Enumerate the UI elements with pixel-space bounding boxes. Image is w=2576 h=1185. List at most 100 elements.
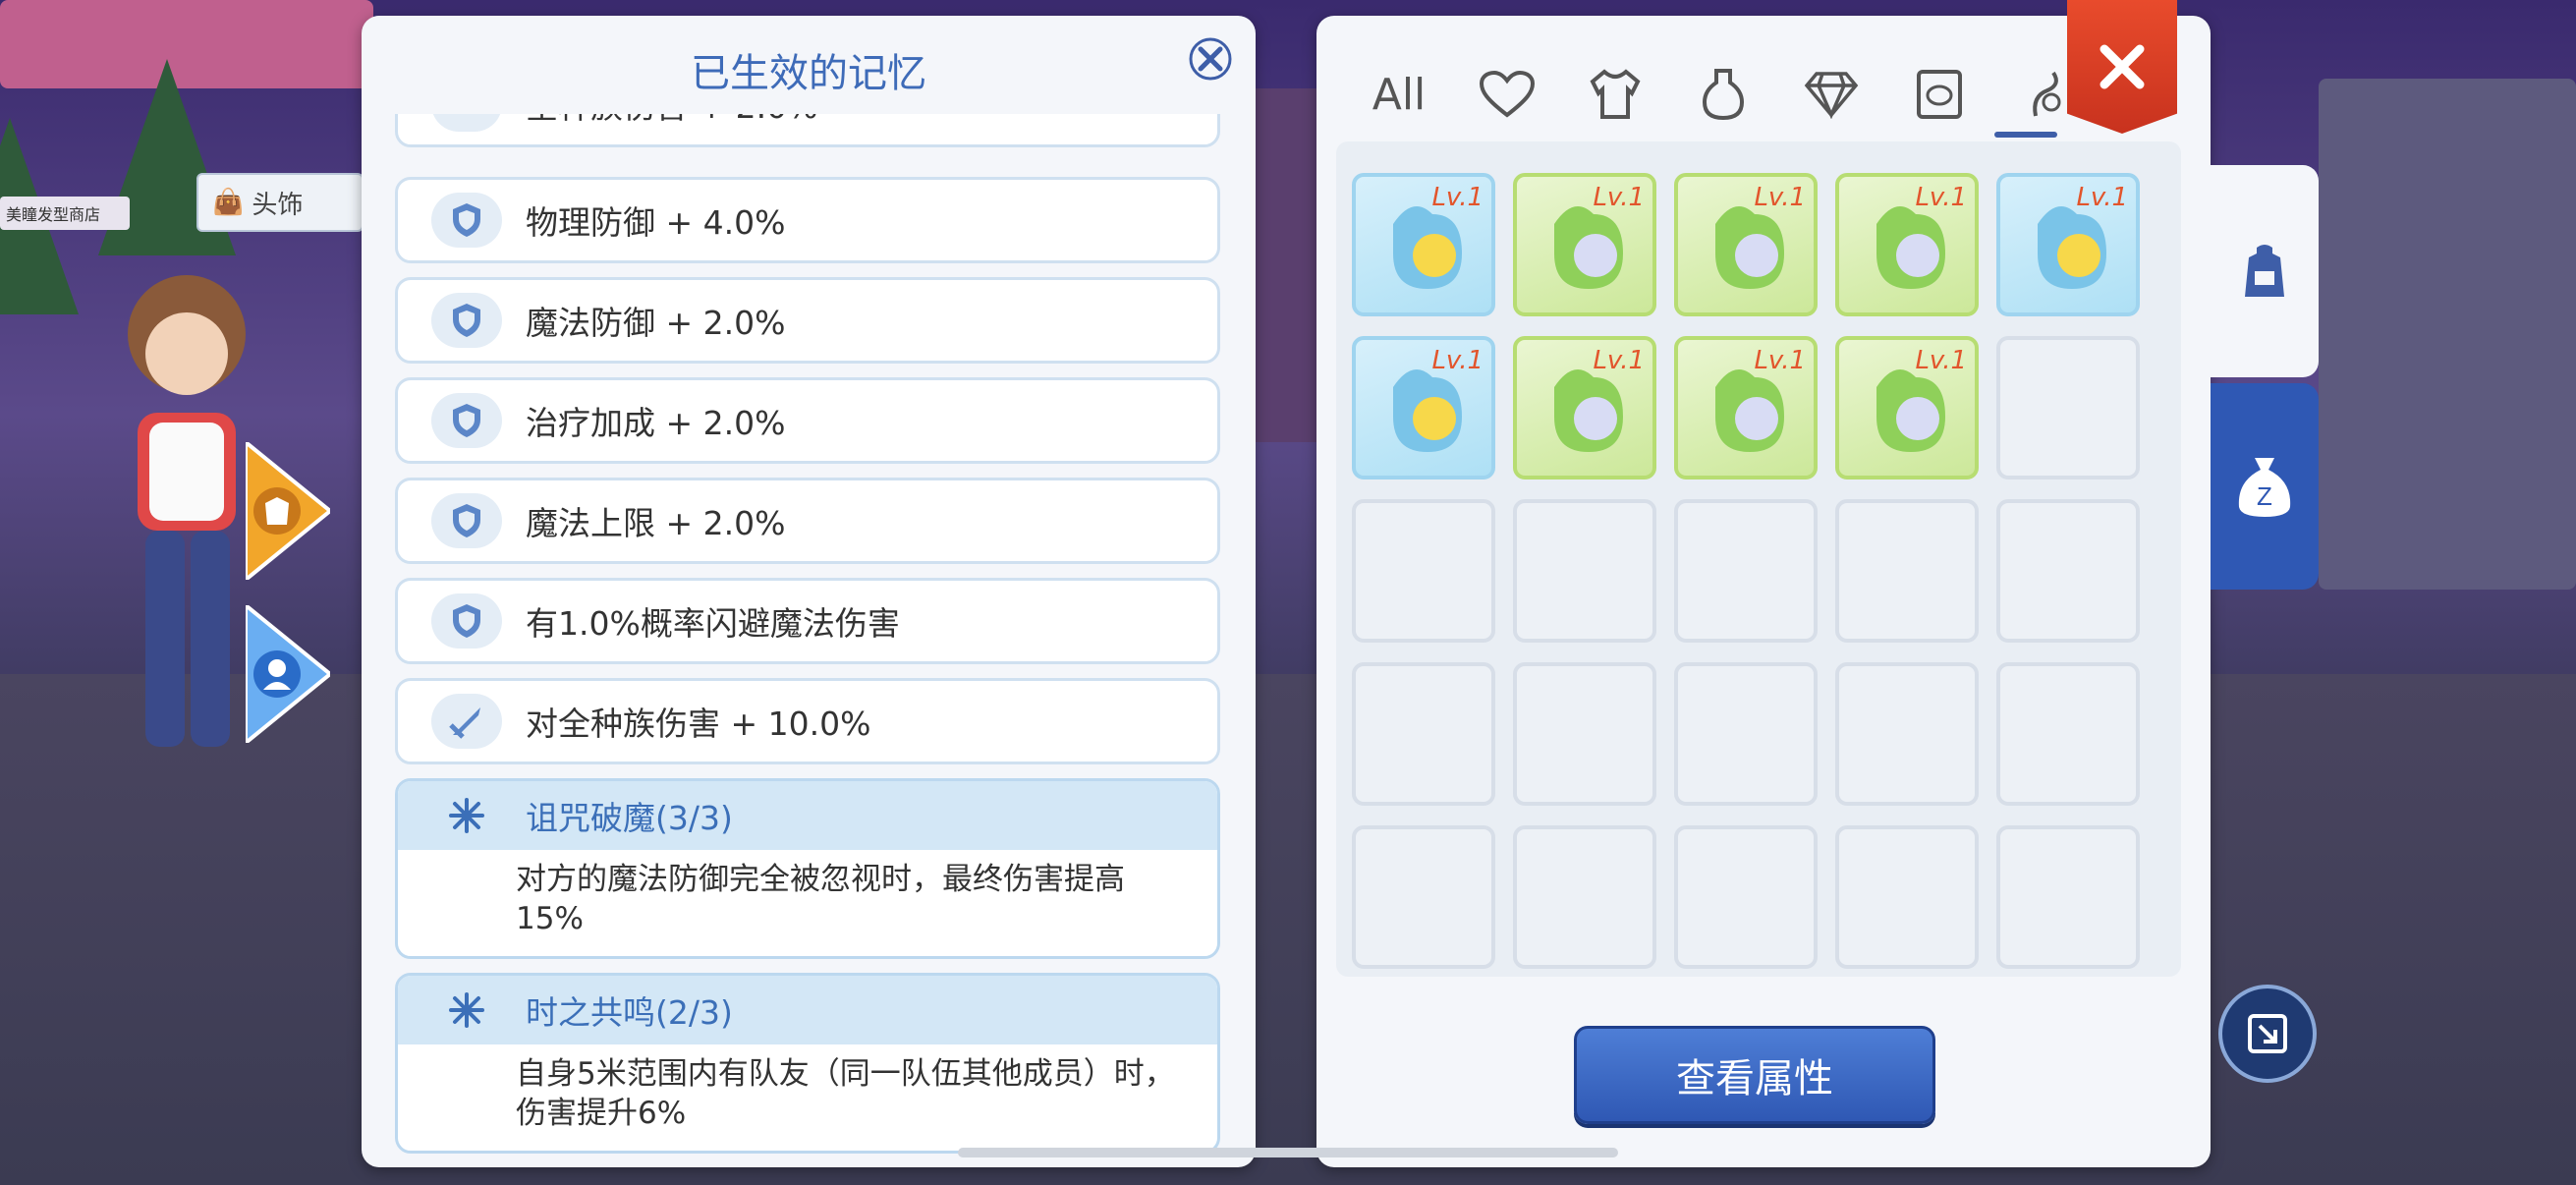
empty-slot[interactable] <box>1835 662 1979 806</box>
side-tab-bag[interactable] <box>2211 165 2319 377</box>
item-slot[interactable]: Lv.1 <box>1352 173 1495 316</box>
stat-text: 物理防御 + 4.0% <box>526 203 786 242</box>
stat-row-physical-defense: 物理防御 + 4.0% <box>395 177 1220 263</box>
empty-slot[interactable] <box>1352 499 1495 643</box>
heart-icon <box>1479 70 1536 118</box>
stat-text: 全种族伤害 + 2.0% <box>526 114 817 128</box>
item-grid: Lv.1 Lv.1 Lv.1 Lv.1 Lv.1 Lv.1 Lv.1 Lv.1 … <box>1336 141 2181 977</box>
shirt-icon <box>1590 69 1641 119</box>
stat-text: 对全种族伤害 + 10.0% <box>526 705 871 743</box>
shield-icon <box>431 593 502 649</box>
inventory-panel: All Lv.1 Lv.1 Lv.1 Lv.1 Lv.1 Lv.1 Lv.1 L… <box>1316 16 2211 1167</box>
stat-row-magic-defense: 魔法防御 + 2.0% <box>395 277 1220 364</box>
category-tabs: All <box>1366 55 2081 134</box>
svg-text:Z: Z <box>2257 481 2272 511</box>
item-level: Lv.1 <box>1593 183 1645 212</box>
empty-slot[interactable] <box>1996 662 2140 806</box>
tab-consumables[interactable] <box>1690 61 1757 128</box>
view-attributes-button[interactable]: 查看属性 <box>1574 1026 1935 1124</box>
close-icon[interactable] <box>1187 35 1234 83</box>
potion-icon <box>1702 69 1745 121</box>
exit-fullscreen-button[interactable] <box>2218 985 2317 1083</box>
tab-equipment[interactable] <box>1582 61 1649 128</box>
active-memory-panel: 已生效的记忆 全种族伤害 + 2.0% 物理防御 + 4.0% 魔法防御 + 2… <box>362 16 1256 1167</box>
empty-slot[interactable] <box>1996 825 2140 969</box>
costume-arrow-button[interactable] <box>246 442 330 580</box>
shield-icon <box>431 193 502 248</box>
stat-row-race-damage: 对全种族伤害 + 10.0% <box>395 678 1220 764</box>
set-effect-card: 诅咒破魔(3/3) 对方的魔法防御完全被忽视时，最终伤害提高15% <box>395 778 1220 959</box>
bg-building <box>1248 88 1326 442</box>
item-slot[interactable]: Lv.1 <box>1835 173 1979 316</box>
gem-icon <box>1804 72 1859 119</box>
hair-tag-label: 头饰 <box>252 190 304 220</box>
snowflake-icon <box>431 796 502 835</box>
item-level: Lv.1 <box>1754 183 1806 212</box>
set-title: 时之共鸣(2/3) <box>526 993 733 1032</box>
stat-row-partial: 全种族伤害 + 2.0% <box>395 114 1220 147</box>
tab-gems[interactable] <box>1798 61 1865 128</box>
item-slot[interactable]: Lv.1 <box>1513 173 1656 316</box>
empty-slot[interactable] <box>1674 825 1818 969</box>
tab-all-label: All <box>1372 69 1427 120</box>
item-level: Lv.1 <box>1431 346 1484 375</box>
shop-sign: 美瞳发型商店 <box>0 197 130 230</box>
item-level: Lv.1 <box>1754 346 1806 375</box>
set-effect-card: 时之共鸣(2/3) 自身5米范围内有队友（同一队伍其他成员）时，伤害提升6% <box>395 973 1220 1154</box>
item-level: Lv.1 <box>1593 346 1645 375</box>
bag-icon: 👜 <box>212 188 245 217</box>
scroll-indicator <box>958 1148 1618 1157</box>
item-slot[interactable]: Lv.1 <box>1352 336 1495 480</box>
empty-slot[interactable] <box>1352 662 1495 806</box>
item-slot[interactable]: Lv.1 <box>1674 173 1818 316</box>
shield-icon <box>431 493 502 548</box>
exit-fullscreen-icon <box>2248 1014 2287 1053</box>
stat-row-magic-dodge: 有1.0%概率闪避魔法伤害 <box>395 578 1220 664</box>
snowflake-icon <box>431 990 502 1030</box>
set-effect-header: 时之共鸣(2/3) <box>398 976 1217 1044</box>
active-tab-indicator <box>1994 132 2057 138</box>
stat-row-max-sp: 魔法上限 + 2.0% <box>395 478 1220 564</box>
set-description: 自身5米范围内有队友（同一队伍其他成员）时，伤害提升6% <box>516 1056 1175 1131</box>
item-slot[interactable]: Lv.1 <box>1835 336 1979 480</box>
empty-slot[interactable] <box>1352 825 1495 969</box>
empty-slot[interactable] <box>1513 662 1656 806</box>
tab-cards[interactable] <box>1906 61 1973 128</box>
tab-all[interactable]: All <box>1366 61 1432 128</box>
sword-icon <box>431 114 502 132</box>
item-level: Lv.1 <box>1915 183 1967 212</box>
close-icon <box>2100 44 2145 89</box>
empty-slot[interactable] <box>1996 499 2140 643</box>
empty-slot[interactable] <box>1835 499 1979 643</box>
empty-slot[interactable] <box>1513 499 1656 643</box>
close-inventory-button[interactable] <box>2067 0 2177 134</box>
stat-row-healing-bonus: 治疗加成 + 2.0% <box>395 377 1220 464</box>
sword-icon <box>431 694 502 749</box>
memory-effect-list[interactable]: 全种族伤害 + 2.0% 物理防御 + 4.0% 魔法防御 + 2.0% 治疗加… <box>395 114 1220 1156</box>
set-title: 诅咒破魔(3/3) <box>526 799 733 837</box>
card-icon <box>1917 70 1962 119</box>
item-slot[interactable]: Lv.1 <box>1513 336 1656 480</box>
set-effect-header: 诅咒破魔(3/3) <box>398 781 1217 850</box>
empty-slot[interactable] <box>1674 499 1818 643</box>
item-slot[interactable]: Lv.1 <box>1996 173 2140 316</box>
item-level: Lv.1 <box>2076 183 2128 212</box>
shield-icon <box>431 393 502 448</box>
hair-accessory-tag[interactable]: 👜 头饰 <box>196 173 364 232</box>
stat-text: 有1.0%概率闪避魔法伤害 <box>526 604 900 643</box>
empty-slot[interactable] <box>1996 336 2140 480</box>
item-slot[interactable]: Lv.1 <box>1674 336 1818 480</box>
item-level: Lv.1 <box>1915 346 1967 375</box>
profile-arrow-button[interactable] <box>246 605 330 743</box>
tab-heart[interactable] <box>1474 61 1540 128</box>
stat-text: 魔法防御 + 2.0% <box>526 304 786 342</box>
item-level: Lv.1 <box>1431 183 1484 212</box>
shield-icon <box>431 293 502 348</box>
empty-slot[interactable] <box>1835 825 1979 969</box>
empty-slot[interactable] <box>1674 662 1818 806</box>
empty-slot[interactable] <box>1513 825 1656 969</box>
set-description: 对方的魔法防御完全被忽视时，最终伤害提高15% <box>516 862 1125 936</box>
panel-title: 已生效的记忆 <box>691 51 926 96</box>
side-tab-zeny[interactable]: Z <box>2211 383 2319 590</box>
bg-building <box>2319 79 2576 590</box>
